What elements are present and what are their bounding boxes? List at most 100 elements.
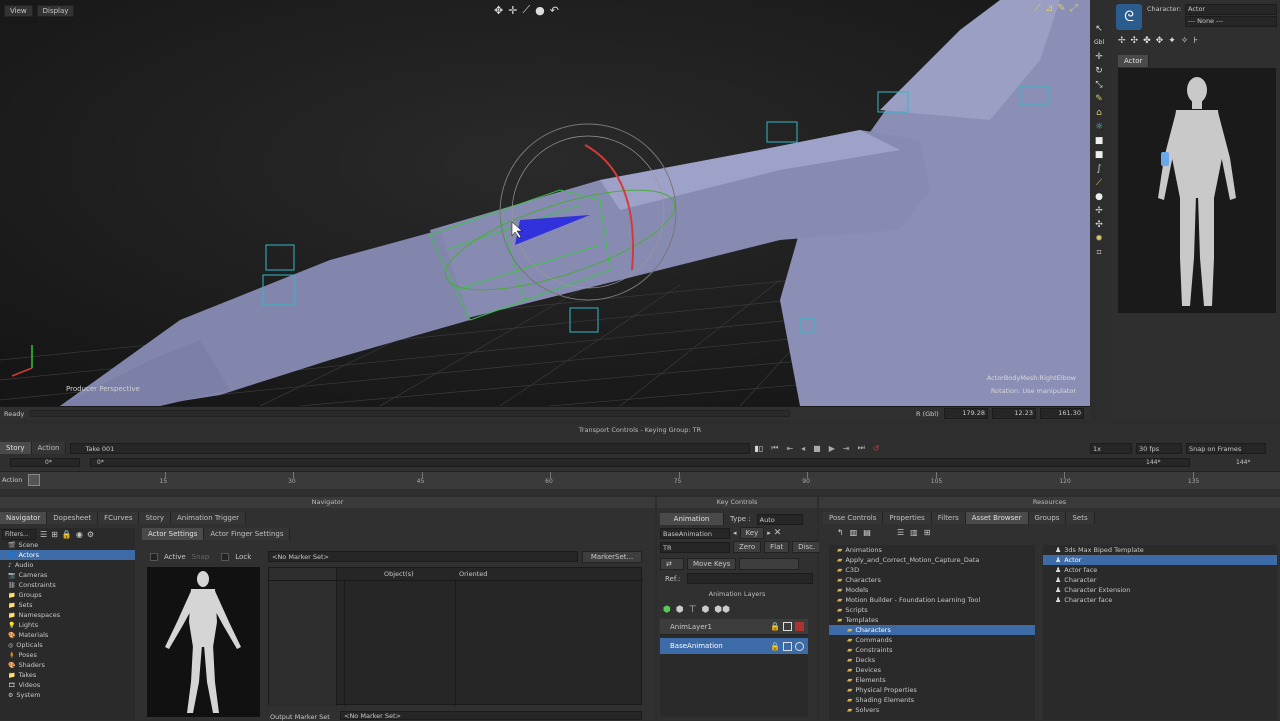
resource-tree-item[interactable]: ▰ Motion Builder - Foundation Learning To…: [829, 595, 1035, 605]
coord-y-field[interactable]: 12.23: [992, 408, 1036, 419]
lock-icon[interactable]: 🔒: [62, 530, 72, 539]
asset-item[interactable]: ♟ Character face: [1043, 595, 1277, 605]
keying-group-dropdown[interactable]: TR: [660, 541, 730, 553]
char-tool6-icon[interactable]: ✧: [1181, 36, 1189, 46]
fps-dropdown[interactable]: 30 fps: [1136, 442, 1182, 454]
tab-filters[interactable]: Filters: [931, 512, 966, 524]
curve-icon[interactable]: ∫: [1094, 164, 1104, 174]
lock-checkbox[interactable]: [221, 553, 230, 561]
char-tool3-icon[interactable]: ✤: [1143, 36, 1151, 46]
eye-icon[interactable]: ◉: [76, 530, 83, 539]
resource-tree-item[interactable]: ▰ Templates: [829, 615, 1035, 625]
asset-item[interactable]: ♟ 3ds Max Biped Template: [1043, 545, 1277, 555]
merge-layer-icon[interactable]: ⬢: [702, 605, 710, 615]
char-tool2-icon[interactable]: ✣: [1131, 36, 1139, 46]
current-frame-field[interactable]: 0*: [90, 457, 1190, 467]
marker-set-button[interactable]: MarkerSet...: [582, 551, 642, 563]
select-icon[interactable]: ↖: [1094, 24, 1104, 34]
tab-story[interactable]: Story: [139, 512, 171, 524]
layout-icon[interactable]: ▮▯: [754, 444, 763, 453]
translate-tool-icon[interactable]: ✛: [508, 4, 517, 17]
layer-lock-icon[interactable]: 🔒: [770, 622, 780, 631]
navigator-tree-item[interactable]: 🎨 Shaders: [0, 660, 135, 670]
settings-icon[interactable]: ⚙: [87, 530, 94, 539]
disc-button[interactable]: Disc.: [792, 541, 822, 553]
viewport-scene[interactable]: [0, 0, 1090, 406]
navigator-tree-item[interactable]: ⚙ System: [0, 690, 135, 700]
marker-icon[interactable]: ✢: [1094, 206, 1104, 216]
layer-solo-icon[interactable]: [783, 641, 792, 651]
prev-frame-icon[interactable]: ◂: [801, 444, 805, 453]
marker-set-dropdown[interactable]: <No Marker Set>: [268, 551, 578, 562]
rotate-tool-icon[interactable]: ↶: [550, 4, 559, 17]
type-dropdown[interactable]: Auto: [756, 513, 803, 525]
line-tool-icon[interactable]: ⟋: [522, 3, 530, 17]
cube-icon[interactable]: ■: [1094, 136, 1104, 146]
timeline[interactable]: Action 15 30 45 60 75 90 105 120 135: [0, 471, 1280, 489]
flat-button[interactable]: Flat: [764, 541, 790, 553]
select-tool-icon[interactable]: ✥: [494, 4, 503, 17]
sun-icon[interactable]: ✹: [1094, 234, 1104, 244]
tab-pose-controls[interactable]: Pose Controls: [823, 512, 884, 524]
key-icon[interactable]: ✎: [1094, 94, 1104, 104]
tab-story[interactable]: Story: [0, 442, 32, 454]
fk-icon[interactable]: ⊿: [1045, 3, 1053, 14]
resource-tree-item[interactable]: ▰ Apply_and_Correct_Motion_Capture_Data: [829, 555, 1035, 565]
tab-animation-trigger[interactable]: Animation Trigger: [170, 512, 247, 524]
view-menu[interactable]: View: [4, 5, 33, 17]
snap-button[interactable]: Snap: [192, 553, 210, 561]
navigator-tree-item[interactable]: 📁 Takes: [0, 670, 135, 680]
filters-field[interactable]: Filters...: [2, 528, 36, 540]
output-marker-dropdown[interactable]: <No Marker Set>: [340, 711, 642, 720]
active-checkbox[interactable]: [150, 553, 158, 561]
prev-key-icon[interactable]: ⇤: [786, 444, 793, 453]
tab-actor-finger-settings[interactable]: Actor Finger Settings: [204, 528, 291, 540]
char-tool4-icon[interactable]: ✥: [1156, 36, 1164, 46]
char-tool1-icon[interactable]: ✢: [1118, 36, 1126, 46]
layout2-icon[interactable]: ▤: [863, 528, 871, 537]
navigator-tree-item[interactable]: 📁 Sets: [0, 600, 135, 610]
asset-item[interactable]: ♟ Character: [1043, 575, 1277, 585]
list-icon[interactable]: ☰: [40, 530, 47, 539]
end-frame-2[interactable]: 144*: [1236, 459, 1250, 466]
resource-tree-item[interactable]: ▰ Physical Properties: [829, 685, 1035, 695]
detail-view-icon[interactable]: ▥: [910, 528, 918, 537]
global-icon[interactable]: Gbl: [1094, 38, 1104, 48]
layer-row-animlayer1[interactable]: AnimLayer1 🔒: [660, 619, 808, 635]
tree-icon[interactable]: ⊞: [51, 530, 58, 539]
up-folder-icon[interactable]: ↰: [837, 528, 844, 537]
null-icon[interactable]: ✣: [1094, 220, 1104, 230]
move-icon[interactable]: ✛: [1094, 52, 1104, 62]
coord-z-field[interactable]: 161.30: [1040, 408, 1084, 419]
navigator-tree-item[interactable]: 📷 Cameras: [0, 570, 135, 580]
col-objects-header[interactable]: Object(s): [384, 570, 414, 578]
tab-navigator[interactable]: Navigator: [0, 512, 48, 524]
navigator-tree-item[interactable]: 📁 Groups: [0, 590, 135, 600]
tab-asset-browser[interactable]: Asset Browser: [965, 512, 1029, 524]
base-animation-dropdown[interactable]: BaseAnimation: [660, 527, 730, 539]
resource-tree-item[interactable]: ▰ Solvers: [829, 705, 1035, 715]
actor-preview[interactable]: [147, 567, 260, 717]
asset-item[interactable]: ♟ Actor face: [1043, 565, 1277, 575]
point-tool-icon[interactable]: ●: [535, 4, 545, 17]
layer-mute-icon[interactable]: [795, 641, 804, 651]
viewport[interactable]: View Display ✥ ✛ ⟋ ● ↶ ⟋ ⊿ ✎ ⤢ Producer …: [0, 0, 1090, 406]
layer-settings-icon[interactable]: ⬢: [676, 605, 684, 615]
resource-tree-item[interactable]: ▰ Models: [829, 585, 1035, 595]
speed-dropdown[interactable]: 1x: [1090, 442, 1132, 454]
stop-icon[interactable]: ■: [813, 444, 821, 453]
navigator-tree-item[interactable]: ◎ Opticals: [0, 640, 135, 650]
delete-key-icon[interactable]: ✕: [774, 528, 782, 538]
take-dropdown[interactable]: Take 001: [70, 442, 751, 454]
resource-tree-item[interactable]: ▰ Animations: [829, 545, 1035, 555]
cube2-icon[interactable]: ■: [1094, 150, 1104, 160]
play-icon[interactable]: ▶: [829, 444, 835, 453]
light-icon[interactable]: ☼: [1094, 122, 1104, 132]
character-dropdown[interactable]: Actor: [1185, 4, 1277, 15]
end-frame-1[interactable]: 144*: [1146, 459, 1160, 466]
prev-key-small-icon[interactable]: ◂: [733, 529, 737, 537]
grid-view-icon[interactable]: ⊞: [924, 528, 931, 537]
character-preview[interactable]: [1118, 68, 1276, 313]
layer-lock-icon[interactable]: 🔒: [770, 642, 780, 651]
animation-tab[interactable]: Animation: [660, 513, 724, 525]
